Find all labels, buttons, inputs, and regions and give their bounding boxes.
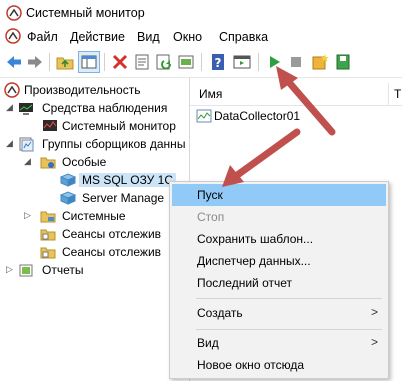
- menu-item-start[interactable]: Пуск: [172, 184, 386, 206]
- tree-item-monitoring-tools[interactable]: ◢ Средства наблюдения: [0, 99, 189, 117]
- menu-view[interactable]: Вид: [137, 30, 160, 44]
- menu-window[interactable]: Окно: [173, 30, 202, 44]
- column-header-name[interactable]: Имя: [199, 87, 222, 101]
- new-collector-set-icon[interactable]: [310, 52, 330, 72]
- menu-file[interactable]: Файл: [27, 30, 58, 44]
- up-folder-icon[interactable]: [55, 52, 75, 72]
- submenu-chevron-icon: >: [370, 305, 378, 319]
- tree-item-user-defined[interactable]: ◢ Особые: [0, 153, 189, 171]
- tree-item-reports[interactable]: ▷ Отчеты: [0, 261, 189, 279]
- menu-bar: Файл Действие Вид Окно Справка: [0, 27, 402, 47]
- navigation-tree: Производительность ◢ Средства наблюдения…: [0, 78, 190, 381]
- tree-item-trace-sessions[interactable]: Сеансы отслежив: [0, 225, 189, 243]
- back-arrow-icon[interactable]: [4, 52, 24, 72]
- help-icon[interactable]: ?: [208, 52, 228, 72]
- menu-item-data-manager[interactable]: Диспетчер данных...: [172, 250, 386, 272]
- menu-item-stop: Стоп: [197, 210, 225, 224]
- tree-item-system-monitor[interactable]: Системный монитор: [0, 117, 189, 135]
- toolbar-separator: [258, 53, 259, 71]
- menu-item-latest-report[interactable]: Последний отчет: [172, 272, 386, 294]
- submenu-chevron-icon: >: [370, 335, 378, 349]
- svg-text:?: ?: [215, 56, 222, 70]
- menu-separator: [196, 298, 382, 299]
- start-play-icon[interactable]: [264, 52, 284, 72]
- title-bar: Системный монитор: [0, 0, 402, 27]
- export-list-icon[interactable]: [176, 52, 196, 72]
- expand-chevron-icon[interactable]: ▷: [6, 264, 16, 274]
- performance-monitor-icon: [6, 5, 22, 24]
- save-icon[interactable]: [333, 52, 353, 72]
- menu-item-save-template[interactable]: Сохранить шаблон...: [172, 228, 386, 250]
- data-collector-icon: [196, 108, 212, 127]
- menu-action[interactable]: Действие: [70, 30, 125, 44]
- tree-item-server-manager[interactable]: Server Manage: [0, 189, 189, 207]
- context-menu: Пуск Стоп Сохранить шаблон... Диспетчер …: [169, 181, 389, 379]
- toolbar-separator: [49, 53, 50, 71]
- toolbar-separator: [201, 53, 202, 71]
- column-header-type[interactable]: Т: [394, 87, 401, 101]
- tree-item-data-collector-sets[interactable]: ◢ Группы сборщиков данны: [0, 135, 189, 153]
- properties-icon[interactable]: [132, 52, 152, 72]
- reports-icon: [18, 262, 34, 281]
- collapse-chevron-icon[interactable]: ◢: [6, 102, 16, 112]
- tree-item-system[interactable]: ▷ Системные: [0, 207, 189, 225]
- menu-help[interactable]: Справка: [219, 30, 268, 44]
- menu-item-new-window[interactable]: Новое окно отсюда: [172, 354, 386, 376]
- forward-arrow-icon[interactable]: [25, 52, 45, 72]
- menu-separator: [196, 329, 382, 330]
- stop-icon[interactable]: [286, 52, 306, 72]
- menu-item-view[interactable]: Вид >: [172, 332, 386, 354]
- expand-chevron-icon[interactable]: ▷: [24, 210, 34, 220]
- list-header: Имя Т: [190, 83, 402, 106]
- menu-item-new[interactable]: Создать >: [172, 302, 386, 324]
- show-console-icon[interactable]: [232, 52, 252, 72]
- window-title: Системный монитор: [26, 6, 145, 20]
- toolbar-separator: [104, 53, 105, 71]
- collapse-chevron-icon[interactable]: ◢: [24, 156, 34, 166]
- delete-icon[interactable]: [110, 52, 130, 72]
- collapse-chevron-icon[interactable]: ◢: [6, 138, 16, 148]
- column-divider[interactable]: [388, 83, 389, 105]
- tree-item-startup-trace-sessions[interactable]: Сеансы отслежив: [0, 243, 189, 261]
- tree-item-performance[interactable]: Производительность: [0, 81, 189, 99]
- tree-item-ms-sql-ram[interactable]: MS SQL ОЗУ 1С: [0, 171, 189, 189]
- system-menu-icon[interactable]: [5, 28, 21, 47]
- toolbar: ?: [0, 47, 402, 78]
- refresh-icon[interactable]: [154, 52, 174, 72]
- show-hide-tree-icon[interactable]: [78, 51, 100, 73]
